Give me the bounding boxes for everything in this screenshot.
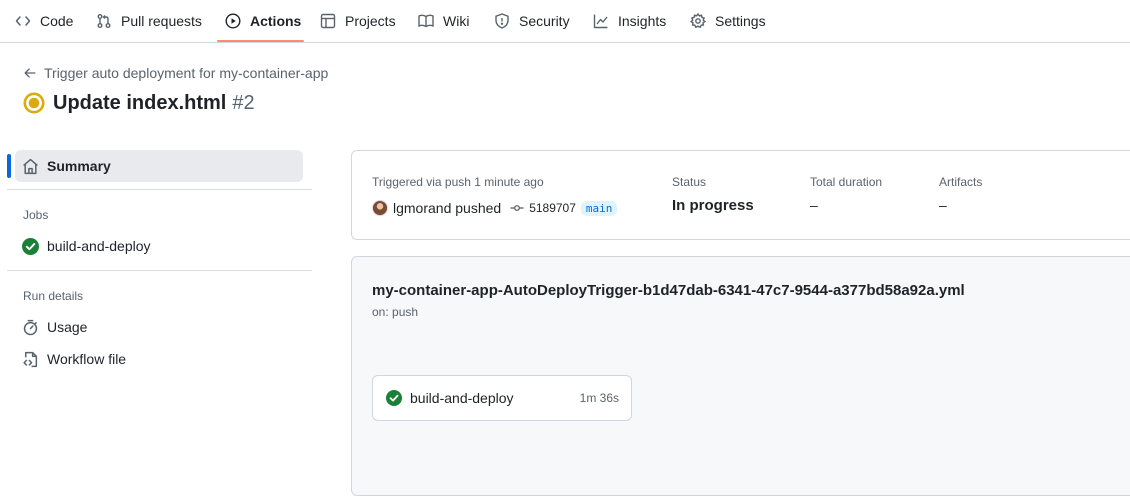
workflow-back-link[interactable]: Trigger auto deployment for my-container…	[23, 64, 328, 82]
sidebar-item-build-and-deploy[interactable]: build-and-deploy	[15, 230, 303, 262]
tab-wiki[interactable]: Wiki	[418, 0, 469, 42]
check-circle-icon	[386, 390, 402, 406]
status-label: Status	[672, 175, 707, 189]
table-icon	[320, 13, 336, 29]
jobs-heading: Jobs	[23, 208, 49, 222]
sidebar-item-usage-label: Usage	[47, 319, 88, 335]
run-title: Update index.html	[53, 91, 227, 114]
trigger-details: lgmorand pushed 5189707 main	[372, 198, 618, 218]
sidebar-divider	[7, 189, 312, 190]
avatar[interactable]	[372, 200, 388, 216]
tab-projects-label: Projects	[345, 13, 396, 29]
commit-sha-link[interactable]: 5189707	[529, 201, 576, 215]
duration-value: –	[810, 197, 818, 213]
tab-actions[interactable]: Actions	[225, 0, 301, 42]
tab-settings-label: Settings	[715, 13, 766, 29]
workflow-trigger: on: push	[372, 305, 419, 319]
tab-actions-label: Actions	[250, 13, 302, 29]
shield-icon	[495, 13, 509, 29]
workflow-graph: my-container-app-AutoDeployTrigger-b1d47…	[351, 256, 1130, 496]
job-duration: 1m 36s	[579, 391, 619, 405]
run-details-heading: Run details	[23, 289, 84, 303]
artifacts-value: –	[939, 197, 947, 213]
book-icon	[418, 14, 434, 28]
actor-name[interactable]: lgmorand pushed	[393, 200, 501, 216]
file-code-icon	[23, 351, 38, 367]
selected-indicator	[7, 154, 11, 178]
git-commit-icon	[510, 205, 524, 211]
tab-pull-requests[interactable]: Pull requests	[96, 0, 202, 42]
tab-insights[interactable]: Insights	[593, 0, 666, 42]
tab-wiki-label: Wiki	[443, 13, 470, 29]
tab-code[interactable]: Code	[15, 0, 73, 42]
arrow-left-icon	[24, 68, 36, 78]
branch-badge[interactable]: main	[580, 200, 618, 216]
page-title: Update index.html #2	[23, 90, 255, 116]
sidebar-item-usage[interactable]: Usage	[15, 311, 303, 343]
run-summary-card: Triggered via push 1 minute ago lgmorand…	[351, 150, 1130, 240]
gear-icon	[690, 13, 706, 29]
in-progress-icon	[23, 92, 45, 114]
tab-projects[interactable]: Projects	[320, 0, 396, 42]
active-tab-indicator	[217, 40, 304, 42]
graph-icon	[593, 14, 608, 29]
check-circle-icon	[22, 237, 39, 255]
workflow-back-link-label: Trigger auto deployment for my-container…	[44, 65, 329, 81]
sidebar-item-summary-label: Summary	[47, 158, 111, 174]
tab-insights-label: Insights	[618, 13, 667, 29]
status-value: In progress	[672, 197, 754, 214]
tab-code-label: Code	[40, 13, 74, 29]
sidebar-item-workflow-file[interactable]: Workflow file	[15, 343, 303, 375]
tab-pull-requests-label: Pull requests	[121, 13, 202, 29]
home-icon	[23, 158, 38, 174]
job-name: build-and-deploy	[410, 390, 514, 406]
code-icon	[15, 16, 31, 26]
tab-security-label: Security	[519, 13, 570, 29]
stopwatch-icon	[23, 319, 38, 335]
play-icon	[225, 13, 241, 29]
sidebar-divider	[7, 270, 312, 271]
job-node-build-and-deploy[interactable]: build-and-deploy 1m 36s	[372, 375, 632, 421]
tab-settings[interactable]: Settings	[690, 0, 766, 42]
duration-label: Total duration	[810, 175, 883, 189]
sidebar-item-build-and-deploy-label: build-and-deploy	[47, 238, 151, 254]
tab-security[interactable]: Security	[494, 0, 570, 42]
sidebar-item-summary[interactable]: Summary	[15, 150, 303, 182]
sidebar-item-workflow-file-label: Workflow file	[47, 351, 127, 367]
run-number: #2	[232, 91, 255, 114]
pull-request-icon	[97, 14, 111, 28]
repo-nav: Code Pull requests Actions Projects Wiki…	[0, 0, 1130, 43]
workflow-file-name: my-container-app-AutoDeployTrigger-b1d47…	[372, 282, 965, 299]
artifacts-label: Artifacts	[939, 175, 983, 189]
triggered-label: Triggered via push 1 minute ago	[372, 175, 544, 189]
